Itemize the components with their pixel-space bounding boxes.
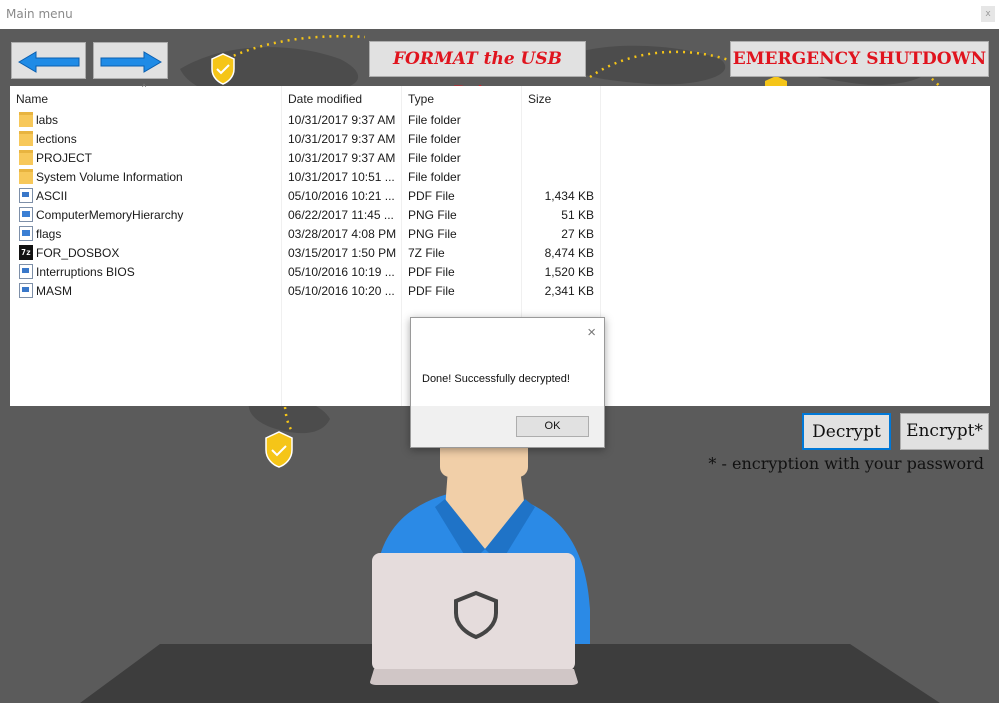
file-name: lections [36,132,77,146]
folder-icon [19,112,33,127]
file-date: 06/22/2017 11:45 ... [288,208,394,222]
file-date: 10/31/2017 10:51 ... [288,170,395,184]
pdf-icon [19,283,33,298]
file-type: File folder [408,113,461,127]
file-row[interactable]: Interruptions BIOS 05/10/2016 10:19 ... … [10,262,610,281]
folder-icon [19,169,33,184]
ok-button[interactable]: OK [516,416,589,437]
format-usb-button[interactable]: FORMAT the USB Drive [369,41,586,103]
forward-button[interactable] [93,42,168,79]
column-header-type[interactable]: Type [408,92,434,106]
7z-archive-icon: 7z [19,245,33,260]
pdf-icon [19,264,33,279]
file-name: ComputerMemoryHierarchy [36,208,184,222]
file-type: PNG File [408,208,457,222]
file-size: 27 KB [561,227,594,241]
file-date: 05/10/2016 10:21 ... [288,189,395,203]
folder-icon [19,150,33,165]
file-date: 03/15/2017 1:50 PM [288,246,397,260]
file-date: 10/31/2017 9:37 AM [288,113,396,127]
file-row[interactable]: PROJECT 10/31/2017 9:37 AM File folder [10,148,610,167]
column-header-date[interactable]: Date modified [288,92,362,106]
folder-icon [19,131,33,146]
file-size: 51 KB [561,208,594,222]
pdf-icon [19,188,33,203]
file-name: PROJECT [36,151,93,165]
file-type: PDF File [408,189,455,203]
column-header-name[interactable]: Name [16,92,48,106]
column-header-size[interactable]: Size [528,92,551,106]
file-date: 10/31/2017 9:37 AM [288,151,396,165]
file-row[interactable]: lections 10/31/2017 9:37 AM File folder [10,129,610,148]
file-name: Interruptions BIOS [36,265,135,279]
file-row[interactable]: flags 03/28/2017 4:08 PM PNG File 27 KB [10,224,610,243]
file-name: MASM [36,284,72,298]
file-type: File folder [408,132,461,146]
arrow-right-icon [100,51,162,73]
file-date: 05/10/2016 10:20 ... [288,284,395,298]
shield-marker-icon [211,53,235,85]
file-type: PDF File [408,265,455,279]
decrypt-button[interactable]: Decrypt [802,413,891,450]
file-name: System Volume Information [36,170,183,184]
window-title: Main menu [6,7,73,21]
message-dialog: × Done! Successfully decrypted! OK [410,317,605,448]
file-name: ASCII [36,189,68,203]
dialog-close-button[interactable]: × [587,324,596,341]
file-type: PDF File [408,284,455,298]
file-type: File folder [408,170,461,184]
encrypt-button[interactable]: Encrypt* [900,413,989,450]
emergency-shutdown-button[interactable]: EMERGENCY SHUTDOWN [730,41,989,77]
title-bar: Main menu x [0,0,999,29]
png-icon [19,207,33,222]
file-row[interactable]: System Volume Information 10/31/2017 10:… [10,167,610,186]
file-date: 03/28/2017 4:08 PM [288,227,397,241]
file-size: 1,520 KB [544,265,594,279]
file-row[interactable]: labs 10/31/2017 9:37 AM File folder [10,110,610,129]
arrow-left-icon [18,51,80,73]
file-name: labs [36,113,59,127]
encryption-note: * - encryption with your password [708,454,984,473]
sort-ascending-icon: ^ [142,82,147,92]
shield-marker-icon [265,431,293,468]
file-date: 05/10/2016 10:19 ... [288,265,395,279]
file-row[interactable]: 7z FOR_DOSBOX 03/15/2017 1:50 PM 7Z File… [10,243,610,262]
file-type: File folder [408,151,461,165]
file-name: flags [36,227,62,241]
file-type: PNG File [408,227,457,241]
dialog-message: Done! Successfully decrypted! [422,373,570,385]
file-row[interactable]: ASCII 05/10/2016 10:21 ... PDF File 1,43… [10,186,610,205]
back-button[interactable] [11,42,86,79]
file-size: 8,474 KB [544,246,594,260]
file-row[interactable]: MASM 05/10/2016 10:20 ... PDF File 2,341… [10,281,610,300]
file-name: FOR_DOSBOX [36,246,120,260]
png-icon [19,226,33,241]
dialog-footer: OK [411,406,604,447]
file-size: 1,434 KB [544,189,594,203]
file-row[interactable]: ComputerMemoryHierarchy 06/22/2017 11:45… [10,205,610,224]
file-date: 10/31/2017 9:37 AM [288,132,396,146]
file-type: 7Z File [408,246,445,260]
window-close-button[interactable]: x [981,6,995,22]
file-size: 2,341 KB [544,284,594,298]
